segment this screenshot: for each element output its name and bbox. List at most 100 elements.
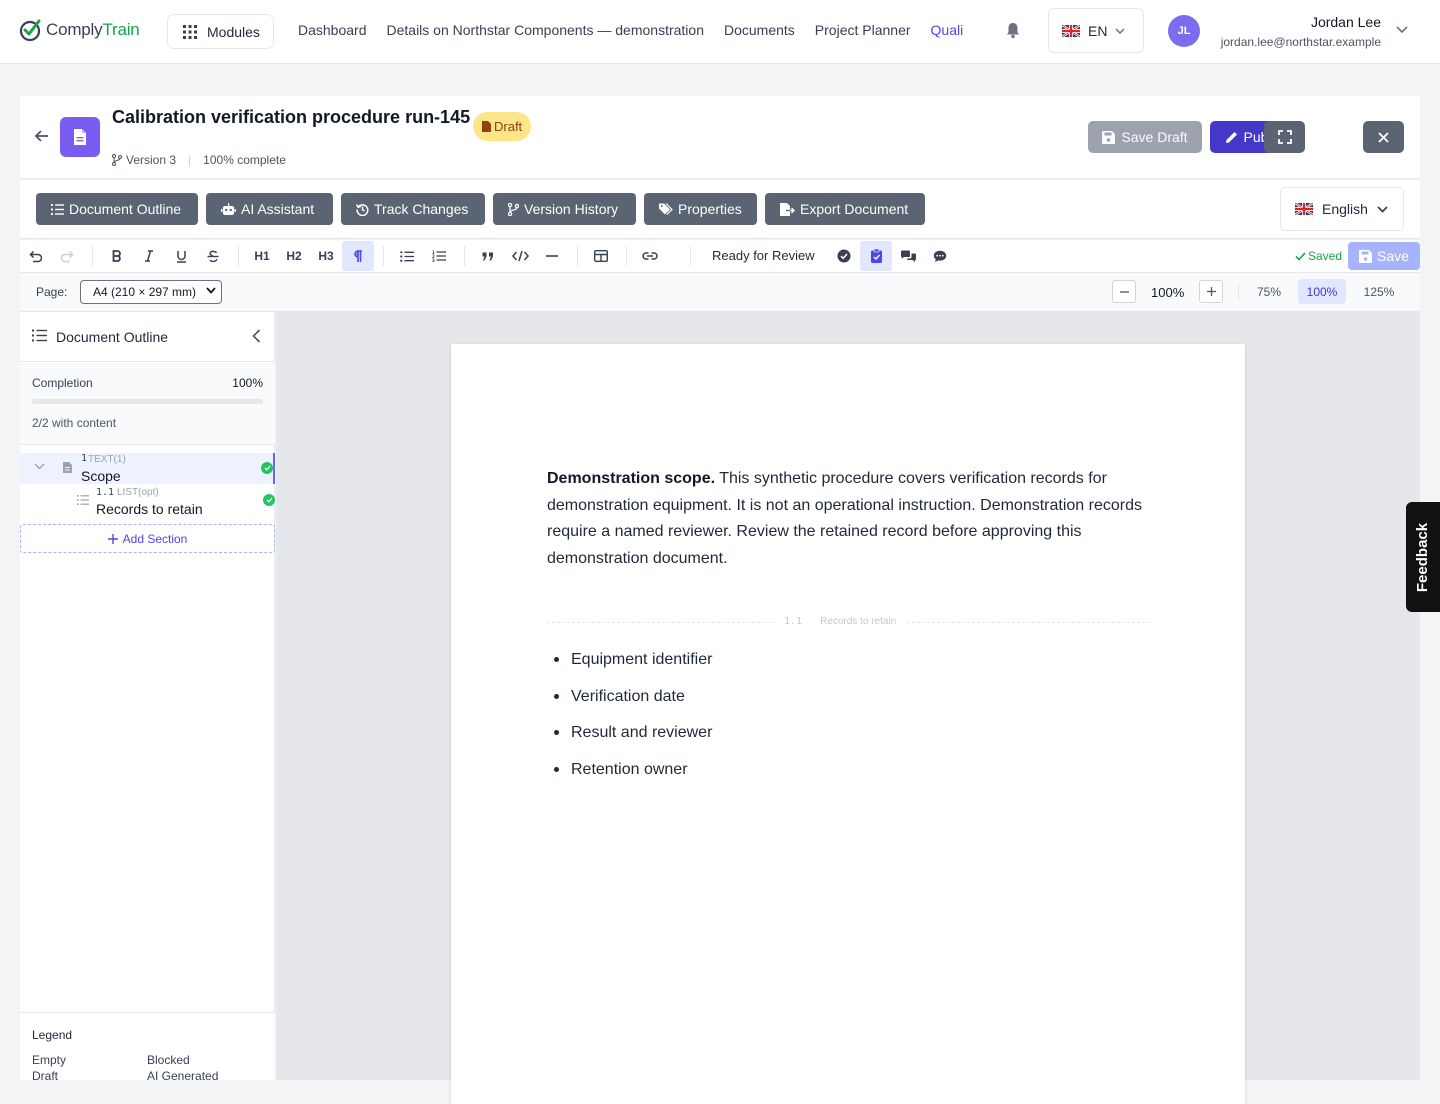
horizontal-rule-icon[interactable] — [542, 241, 562, 271]
content-language-selector[interactable]: English — [1280, 187, 1404, 231]
chevron-down-icon[interactable] — [34, 463, 45, 470]
logo-text-part1: Comply — [46, 20, 103, 39]
list-item: Verification date — [547, 685, 712, 722]
save-button[interactable]: Save — [1348, 242, 1420, 270]
tab-export-document[interactable]: Export Document — [765, 193, 925, 225]
undo-icon[interactable] — [26, 241, 44, 271]
section-type: TEXT(1) — [88, 454, 126, 465]
save-draft-button[interactable]: Save Draft — [1088, 121, 1202, 153]
page-size-select[interactable]: A4 (210 × 297 mm) — [80, 280, 222, 304]
approve-check-icon[interactable] — [834, 241, 854, 271]
nav-link-documents[interactable]: Documents — [724, 22, 795, 38]
scope-paragraph[interactable]: Demonstration scope. This synthetic proc… — [547, 466, 1147, 572]
list-icon — [32, 329, 47, 342]
editor-toolbar: H1 H2 H3 123 Ready for Review Saved Save — [20, 240, 1420, 273]
nav-link-quality[interactable]: Quali — [931, 22, 964, 38]
redo-icon[interactable] — [59, 241, 77, 271]
nav-link-project-planner[interactable]: Project Planner — [815, 22, 911, 38]
zoom-preset-75[interactable]: 75% — [1245, 279, 1293, 304]
notifications-bell-icon[interactable] — [1005, 22, 1021, 39]
outline-section-1-1[interactable]: 1.1 LIST(opt) Records to retain — [20, 486, 275, 518]
add-section-button[interactable]: Add Section — [20, 524, 275, 553]
file-text-icon — [63, 462, 72, 473]
document-page[interactable]: Demonstration scope. This synthetic proc… — [451, 344, 1245, 1104]
strikethrough-icon[interactable] — [204, 241, 222, 271]
tags-icon — [659, 203, 673, 215]
zoom-preset-125[interactable]: 125% — [1355, 279, 1403, 304]
toolbar-divider — [577, 246, 578, 266]
toolbar-divider — [626, 246, 627, 266]
outline-header: Document Outline — [20, 312, 275, 362]
tab-track-changes[interactable]: Track Changes — [341, 193, 485, 225]
divider-section-number: 1.1 — [784, 616, 803, 627]
nav-link-project-details[interactable]: Details on Northstar Components — demons… — [387, 22, 704, 38]
user-menu-chevron-icon[interactable] — [1396, 26, 1408, 34]
language-selector[interactable]: EN — [1048, 8, 1144, 53]
bullet-list-icon[interactable] — [397, 241, 417, 271]
underline-icon[interactable] — [172, 241, 190, 271]
bold-icon[interactable] — [108, 241, 126, 271]
document-icon — [60, 117, 100, 157]
zoom-out-button[interactable] — [1112, 280, 1136, 303]
code-icon[interactable] — [510, 241, 530, 271]
app-logo[interactable]: Comply Train — [18, 17, 140, 43]
legend-title: Legend — [32, 1028, 73, 1042]
feedback-tab[interactable]: Feedback — [1406, 502, 1440, 612]
back-arrow-icon[interactable] — [35, 130, 49, 142]
outline-title: Document Outline — [56, 329, 169, 345]
paragraph-icon[interactable] — [342, 241, 374, 271]
saved-indicator: Saved — [1295, 249, 1342, 263]
zoom-in-button[interactable] — [1199, 280, 1223, 303]
floppy-disk-icon — [1102, 130, 1116, 144]
uk-flag-icon — [1062, 24, 1080, 37]
close-button[interactable] — [1363, 121, 1404, 153]
toolbar-divider — [464, 246, 465, 266]
tab-version-history[interactable]: Version History — [493, 193, 636, 225]
heading-3-button[interactable]: H3 — [315, 241, 337, 271]
toolbar-divider — [383, 246, 384, 266]
tab-label: Version History — [524, 201, 619, 217]
italic-icon[interactable] — [140, 241, 158, 271]
completion-value: 100% — [232, 376, 263, 390]
outline-section-1[interactable]: 1 TEXT(1) Scope — [20, 453, 275, 484]
user-info[interactable]: Jordan Lee jordan.lee@northstar.example — [1211, 14, 1381, 49]
svg-text:3: 3 — [432, 258, 435, 262]
list-icon — [77, 495, 89, 505]
logo-check-icon — [19, 19, 41, 42]
blockquote-icon[interactable] — [478, 241, 498, 271]
legend-item-draft: Draft — [32, 1069, 59, 1083]
uk-flag-icon — [1295, 203, 1313, 215]
tab-properties[interactable]: Properties — [644, 193, 757, 225]
expand-icon — [1277, 130, 1292, 144]
tab-document-outline[interactable]: Document Outline — [36, 193, 198, 225]
fullscreen-button[interactable] — [1264, 121, 1305, 153]
heading-2-button[interactable]: H2 — [283, 241, 305, 271]
heading-1-button[interactable]: H1 — [251, 241, 273, 271]
tab-label: Track Changes — [374, 201, 469, 217]
grid-icon — [183, 24, 197, 39]
list-item: Retention owner — [547, 758, 712, 795]
section-number: 1.1 — [96, 487, 115, 498]
document-meta: Version 3 | 100% complete — [112, 153, 286, 167]
chevron-down-icon — [1377, 205, 1388, 213]
robot-icon — [221, 203, 236, 215]
section-title: Records to retain — [96, 501, 203, 517]
table-icon[interactable] — [591, 241, 611, 271]
toolbar-divider — [238, 246, 239, 266]
nav-link-dashboard[interactable]: Dashboard — [298, 22, 367, 38]
meta-separator: | — [188, 153, 192, 167]
records-bullet-list[interactable]: Equipment identifier Verification date R… — [547, 648, 712, 795]
numbered-list-icon[interactable]: 123 — [429, 241, 449, 271]
link-icon[interactable] — [640, 241, 660, 271]
user-avatar[interactable]: JL — [1168, 15, 1200, 47]
modules-button[interactable]: Modules — [167, 14, 274, 49]
content-language-label: English — [1322, 201, 1368, 217]
clipboard-check-icon[interactable] — [860, 241, 892, 271]
tab-ai-assistant[interactable]: AI Assistant — [206, 193, 333, 225]
collapse-chevron-left-icon[interactable] — [252, 329, 261, 343]
comment-dots-icon[interactable] — [929, 241, 951, 271]
zoom-preset-100[interactable]: 100% — [1298, 279, 1346, 304]
comments-icon[interactable] — [897, 241, 919, 271]
tab-label: AI Assistant — [241, 201, 315, 217]
complete-check-icon — [261, 462, 273, 474]
